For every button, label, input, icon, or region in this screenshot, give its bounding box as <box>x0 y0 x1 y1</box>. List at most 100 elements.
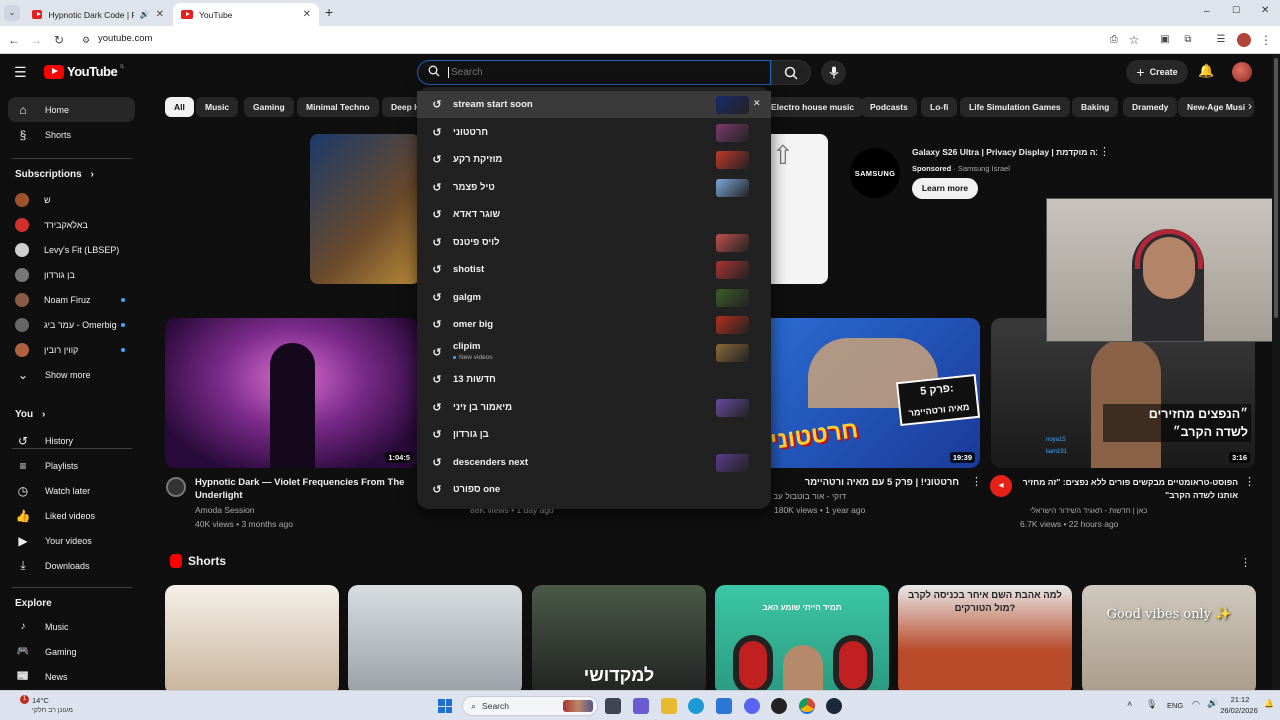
clock-date[interactable]: 26/02/2026 <box>1214 706 1264 715</box>
sidebar-item-gaming[interactable]: 🎮 Gaming <box>8 639 135 664</box>
file-explorer-icon[interactable] <box>661 698 677 714</box>
sidebar-item-liked-videos[interactable]: 👍 Liked videos <box>8 503 135 528</box>
chrome-icon[interactable] <box>799 698 815 714</box>
short-thumbnail[interactable] <box>348 585 522 690</box>
window-close-button[interactable]: ✕ <box>1261 5 1269 16</box>
browser-menu-icon[interactable]: ⋮ <box>1258 32 1274 48</box>
sidebar-item-downloads[interactable]: ⤓ Downloads <box>8 553 135 578</box>
profile-avatar-icon[interactable] <box>1237 33 1251 47</box>
channel-name[interactable]: כאן | חדשות - תאגיד השידור הישראלי <box>1030 504 1147 517</box>
chips-next-arrow-icon[interactable]: › <box>1248 99 1252 113</box>
video-thumbnail[interactable]: פרק 5: מאיה ורטהיימר חרטטוני 19:39 <box>768 318 980 468</box>
short-thumbnail[interactable]: Good vibes only ✨ <box>1082 585 1256 690</box>
sidebar-item-history[interactable]: ↺ History <box>8 428 135 453</box>
channel-avatar[interactable] <box>166 477 186 497</box>
filter-chip[interactable]: Music <box>196 97 239 117</box>
voice-search-button[interactable] <box>821 60 846 85</box>
search-suggestion[interactable]: ↺ omer big <box>417 311 771 338</box>
filter-chip[interactable]: Lo-fi <box>921 97 958 117</box>
video-title[interactable]: Hypnotic Dark — Violet Frequencies From … <box>195 476 410 502</box>
sidebar-subscription-item[interactable]: Levy's Fit (LBSEP) <box>8 237 135 262</box>
sidebar-item-watch-later[interactable]: ◷ Watch later <box>8 478 135 503</box>
task-view-icon[interactable] <box>605 698 621 714</box>
ad-thumbnail-right[interactable]: ⇧ <box>768 134 828 284</box>
filter-chip[interactable]: Gaming <box>244 97 294 117</box>
search-suggestion[interactable]: ↺ מוזיקת רקע <box>417 146 771 173</box>
short-thumbnail[interactable]: למקדושי <box>532 585 706 690</box>
short-thumbnail[interactable]: תמיד הייתי שומע האב <box>715 585 889 690</box>
new-tab-button[interactable]: + <box>325 4 333 20</box>
tab-hypnotic-dark[interactable]: Hypnotic Dark Code | Futur 🔊 ✕ <box>24 3 172 26</box>
search-suggestion[interactable]: ↺ descenders next <box>417 449 771 476</box>
weather-widget[interactable]: 1 14°C מעונן רב חלקי <box>12 695 92 717</box>
ad-title[interactable]: Galaxy S26 Ultra | Privacy Display | בה … <box>912 146 1097 159</box>
search-suggestion[interactable]: ↺ טיל פצמר <box>417 174 771 201</box>
bookmark-star-icon[interactable]: ☆ <box>1126 32 1142 48</box>
speaker-icon[interactable]: 🔊 <box>140 10 150 19</box>
filter-chip[interactable]: Dramedy <box>1123 97 1178 117</box>
search-suggestion[interactable]: ↺ חרטטוני <box>417 119 771 146</box>
ad-thumbnail-left[interactable] <box>310 134 420 284</box>
language-indicator[interactable]: ENG <box>1167 701 1183 710</box>
video-title[interactable]: חרטטוני! | פרק 5 עם מאיה ורטהיימר <box>774 476 959 489</box>
filter-chip[interactable]: Life Simulation Games <box>960 97 1070 117</box>
taskbar-search[interactable]: ⌕ Search <box>462 696 598 716</box>
channel-name[interactable]: Amoda Session <box>195 504 255 517</box>
window-maximize-button[interactable]: ☐ <box>1232 5 1240 16</box>
sidebar-item-your-videos[interactable]: ▶ Your videos <box>8 528 135 553</box>
video-title[interactable]: הפוסט-טראומטיים מבקשים פורים ללא נפצים: … <box>1020 476 1238 502</box>
ad-more-icon[interactable]: ⋮ <box>1099 145 1110 158</box>
search-input[interactable] <box>448 67 748 78</box>
search-suggestion[interactable]: ↺ לויס פיטנס <box>417 229 771 256</box>
search-box[interactable] <box>417 60 771 85</box>
filter-chip[interactable]: Podcasts <box>861 97 917 117</box>
video-thumbnail[interactable]: 1:04:5 <box>165 318 418 468</box>
filter-chip[interactable]: All <box>165 97 194 117</box>
tray-mic-icon[interactable]: 🎙 <box>1146 699 1157 710</box>
scrollbar-thumb[interactable] <box>1274 58 1278 318</box>
site-info-icon[interactable]: ⚙ <box>78 32 94 48</box>
notification-bell-icon[interactable]: 🔔 <box>1264 699 1274 708</box>
sidebar-subscription-item[interactable]: באלאקבירד <box>8 212 135 237</box>
search-suggestion[interactable]: ↺ galgm <box>417 284 771 311</box>
search-suggestion[interactable]: ↺ ספורט one <box>417 476 771 503</box>
search-button[interactable] <box>771 60 811 85</box>
you-heading[interactable]: You › <box>15 409 45 420</box>
page-scrollbar[interactable] <box>1272 54 1280 690</box>
clock-time[interactable]: 21:12 <box>1222 695 1258 704</box>
tab-search-button[interactable]: ⌄ <box>4 5 20 21</box>
more-actions-icon[interactable]: ⋮ <box>971 475 982 488</box>
shorts-more-icon[interactable]: ⋮ <box>1240 556 1251 569</box>
search-suggestion[interactable]: ↺ clipim New videos <box>417 339 771 366</box>
windows-start-icon[interactable] <box>438 699 452 713</box>
widgets-icon[interactable] <box>633 698 649 714</box>
account-avatar[interactable] <box>1232 62 1252 82</box>
youtube-logo[interactable]: YouTube IL <box>44 64 124 79</box>
tab-youtube[interactable]: YouTube ✕ <box>173 3 319 26</box>
subscriptions-heading[interactable]: Subscriptions › <box>15 169 94 180</box>
search-suggestion[interactable]: ↺ בן גורדון <box>417 421 771 448</box>
hamburger-menu-icon[interactable]: ☰ <box>14 64 27 81</box>
more-actions-icon[interactable]: ⋮ <box>1244 475 1255 488</box>
sidebar-subscription-item[interactable]: קווין רובין <box>8 337 135 362</box>
filter-chip[interactable]: Baking <box>1072 97 1119 117</box>
back-icon[interactable]: ← <box>6 32 22 48</box>
search-suggestion[interactable]: ↺ stream start soon ✕ <box>417 91 771 118</box>
short-thumbnail[interactable] <box>165 585 339 690</box>
app-icon[interactable] <box>771 698 787 714</box>
address-bar[interactable]: youtube.com <box>98 33 152 44</box>
create-button[interactable]: + Create <box>1126 60 1188 84</box>
filter-chip[interactable]: New-Age Musi <box>1178 97 1255 117</box>
filter-chip[interactable]: Minimal Techno <box>297 97 379 117</box>
extensions-puzzle-icon[interactable]: ⧉ <box>1180 32 1196 48</box>
search-suggestion[interactable]: ↺ חדשות 13 <box>417 366 771 393</box>
sidebar-subscription-item[interactable]: ש <box>8 187 135 212</box>
discord-icon[interactable] <box>744 698 760 714</box>
wifi-icon[interactable]: ◠ <box>1192 699 1200 710</box>
search-suggestion[interactable]: ↺ שוגר דאדא <box>417 201 771 228</box>
sidebar-subscription-item[interactable]: Noam Firuz <box>8 287 135 312</box>
sidebar-item-playlists[interactable]: ≡ Playlists <box>8 453 135 478</box>
edge-icon[interactable] <box>688 698 704 714</box>
sidebar-item-music[interactable]: ♪ Music <box>8 614 135 639</box>
sidebar-item-shorts[interactable]: § Shorts <box>8 122 135 147</box>
